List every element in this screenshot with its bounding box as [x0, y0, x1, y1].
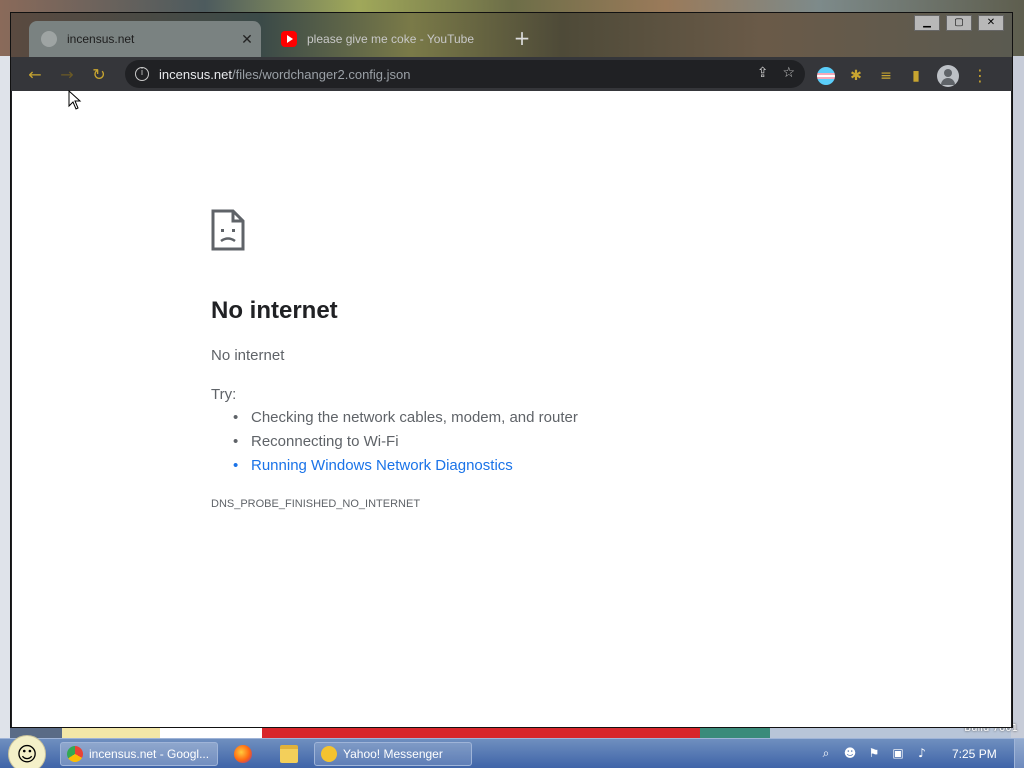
- tab-title: incensus.net: [67, 32, 135, 46]
- taskbar-chrome-button[interactable]: incensus.net - Googl...: [60, 742, 218, 766]
- tab-youtube[interactable]: please give me coke - YouTube: [269, 21, 489, 57]
- taskbar: ☺ incensus.net - Googl... Yahoo! Messeng…: [0, 735, 1024, 768]
- search-tray-icon[interactable]: ⌕: [818, 745, 834, 761]
- action-center-flag-icon[interactable]: ⚑: [866, 745, 882, 761]
- tab-title: please give me coke - YouTube: [307, 32, 474, 46]
- volume-icon[interactable]: ♪: [914, 745, 930, 761]
- chrome-icon: [67, 746, 83, 762]
- messenger-tray-icon[interactable]: ☻: [842, 745, 858, 761]
- firefox-icon[interactable]: [234, 745, 252, 763]
- suggestion-item: Checking the network cables, modem, and …: [233, 409, 578, 433]
- omnibox-actions: ⇪ ☆: [757, 65, 795, 81]
- profile-avatar-icon[interactable]: [937, 65, 959, 87]
- address-bar[interactable]: i incensus.net/files/wordchanger2.config…: [125, 60, 805, 88]
- suggestion-list: Checking the network cables, modem, and …: [233, 409, 578, 481]
- try-label: Try:: [211, 386, 237, 403]
- desktop-left-strip: [0, 56, 10, 738]
- system-tray: ⌕ ☻ ⚑ ▣ ♪: [818, 745, 930, 761]
- reload-button[interactable]: ↻: [89, 65, 109, 85]
- extensions-area: ✱ ≡ ▮ ⋮: [817, 65, 989, 87]
- file-explorer-icon[interactable]: [280, 745, 298, 763]
- side-panel-icon[interactable]: ▮: [907, 67, 925, 85]
- globe-icon: [41, 31, 57, 47]
- window-controls: ▁ ▢ ✕: [914, 15, 1004, 31]
- browser-toolbar: ← → ↻ i incensus.net/files/wordchanger2.…: [11, 57, 1012, 91]
- trans-flag-extension-icon[interactable]: [817, 67, 835, 85]
- error-page: No internet No internet Try: Checking th…: [12, 91, 1011, 727]
- chrome-menu-icon[interactable]: ⋮: [971, 67, 989, 85]
- taskbar-clock[interactable]: 7:25 PM: [952, 747, 997, 761]
- share-icon[interactable]: ⇪: [757, 65, 769, 81]
- bookmark-star-icon[interactable]: ☆: [782, 65, 795, 81]
- extensions-puzzle-icon[interactable]: ✱: [847, 67, 865, 85]
- url-path: /files/wordchanger2.config.json: [232, 66, 411, 82]
- error-code: DNS_PROBE_FINISHED_NO_INTERNET: [211, 498, 421, 510]
- tab-incensus[interactable]: incensus.net ✕: [29, 21, 261, 57]
- show-desktop-button[interactable]: [1014, 739, 1024, 768]
- title-bar[interactable]: incensus.net ✕ please give me coke - You…: [11, 13, 1012, 57]
- mouse-cursor-icon: [68, 90, 82, 110]
- youtube-icon: [281, 31, 297, 47]
- error-title: No internet: [211, 297, 338, 324]
- chrome-window: incensus.net ✕ please give me coke - You…: [10, 12, 1013, 728]
- suggestion-item: Reconnecting to Wi-Fi: [233, 433, 578, 457]
- network-tray-icon[interactable]: ▣: [890, 745, 906, 761]
- back-button[interactable]: ←: [25, 65, 45, 85]
- taskbar-yahoo-messenger-button[interactable]: Yahoo! Messenger: [314, 742, 472, 766]
- maximize-button[interactable]: ▢: [946, 15, 972, 31]
- start-button[interactable]: ☺: [8, 735, 46, 768]
- minimize-button[interactable]: ▁: [914, 15, 940, 31]
- taskbar-button-label: Yahoo! Messenger: [343, 747, 443, 761]
- site-info-icon[interactable]: i: [135, 67, 149, 81]
- new-tab-button[interactable]: +: [511, 27, 533, 49]
- forward-button[interactable]: →: [57, 65, 77, 85]
- network-diagnostics-link[interactable]: Running Windows Network Diagnostics: [233, 457, 578, 481]
- sad-document-icon: [211, 209, 245, 251]
- media-queue-icon[interactable]: ≡: [877, 67, 895, 85]
- close-tab-icon[interactable]: ✕: [237, 31, 257, 48]
- close-window-button[interactable]: ✕: [978, 15, 1004, 31]
- url-text[interactable]: incensus.net/files/wordchanger2.config.j…: [159, 67, 411, 82]
- taskbar-button-label: incensus.net - Googl...: [89, 747, 210, 761]
- yahoo-messenger-icon: [321, 746, 337, 762]
- url-host: incensus.net: [159, 66, 232, 82]
- error-subtitle: No internet: [211, 347, 285, 364]
